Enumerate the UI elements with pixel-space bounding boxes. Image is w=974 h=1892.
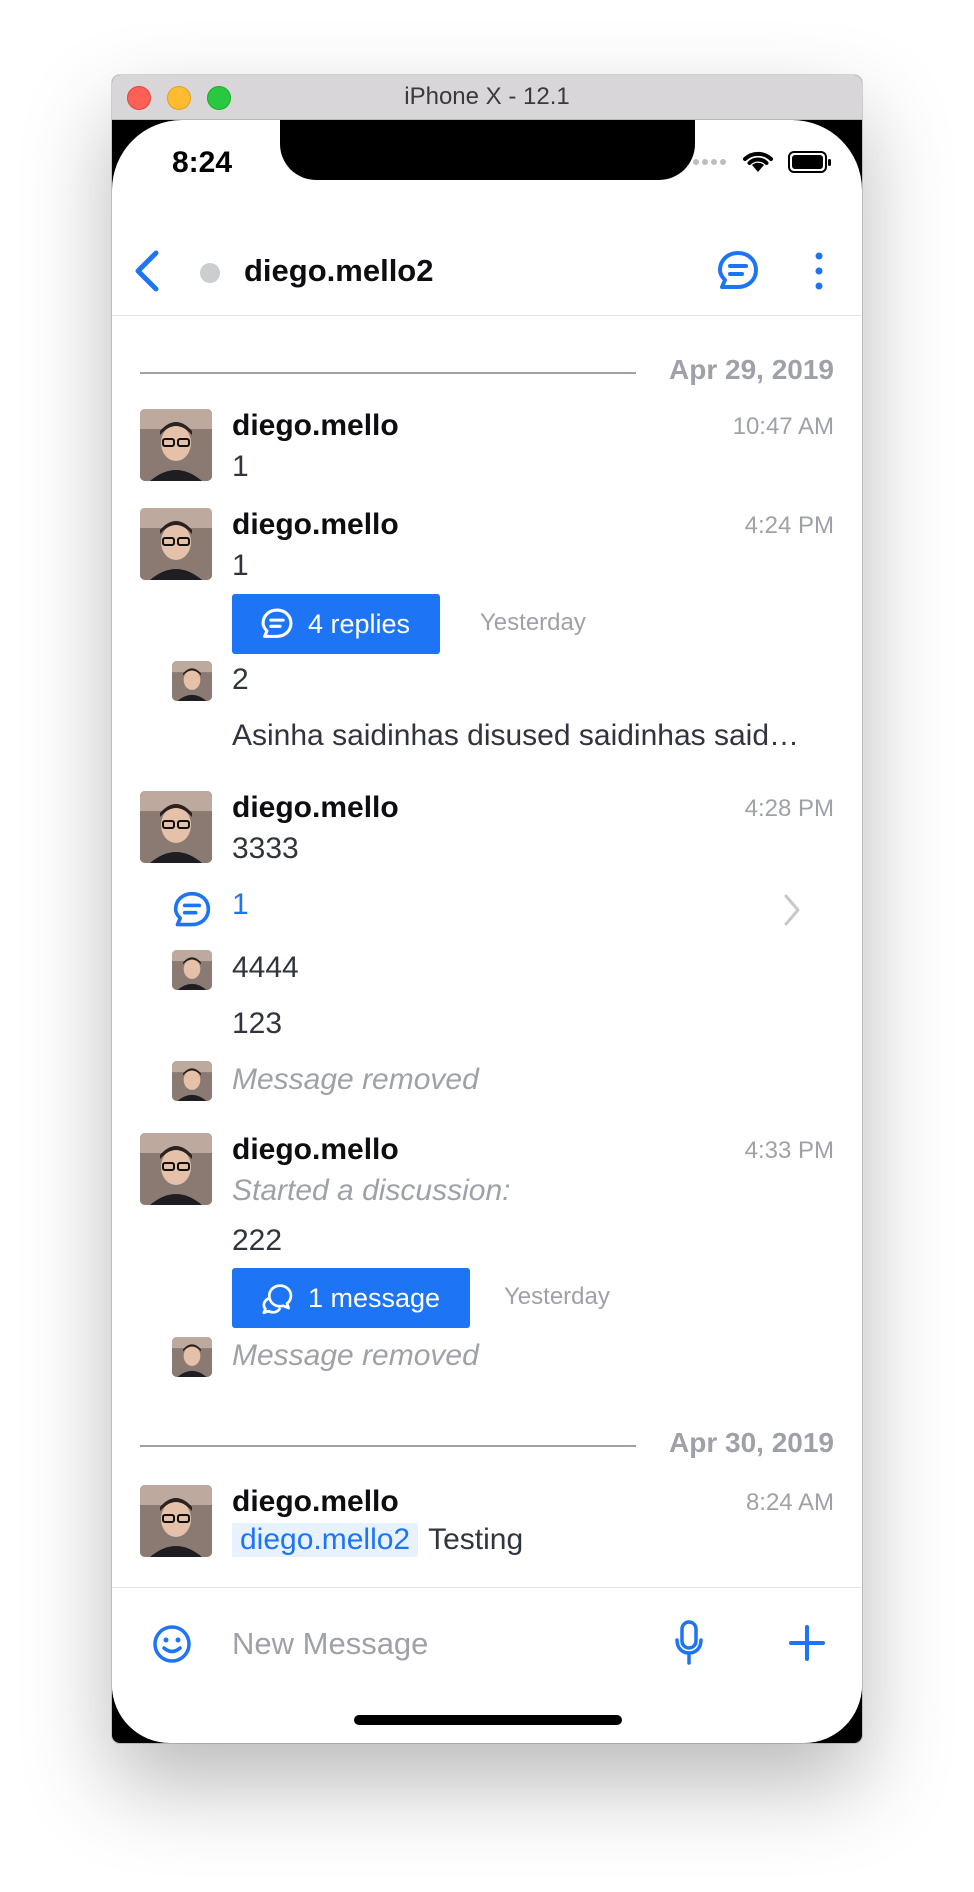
room-title[interactable]: diego.mello2 xyxy=(244,253,433,289)
message-username[interactable]: diego.mello xyxy=(232,409,399,443)
kebab-icon[interactable] xyxy=(806,247,832,295)
message-text: diego.mello2 Testing xyxy=(232,1523,523,1557)
discussion-last-message: Yesterday xyxy=(504,1283,610,1310)
simulator-window: iPhone X - 12.1 8:24 diego.mello2 Apr 29… xyxy=(112,75,862,1743)
message-input[interactable] xyxy=(232,1622,632,1666)
threads-icon[interactable] xyxy=(716,249,760,293)
avatar[interactable] xyxy=(140,1485,212,1557)
user-mention[interactable]: diego.mello2 xyxy=(232,1523,419,1557)
thread-preview-text: 1 xyxy=(232,888,249,921)
status-time: 8:24 xyxy=(172,146,233,179)
avatar[interactable] xyxy=(140,1133,212,1205)
avatar[interactable] xyxy=(140,409,212,481)
threads-icon xyxy=(173,891,211,927)
microphone-icon[interactable] xyxy=(674,1620,704,1666)
window-titlebar: iPhone X - 12.1 xyxy=(112,75,862,120)
message-username[interactable]: diego.mello xyxy=(232,508,399,542)
message-username[interactable]: diego.mello xyxy=(232,791,399,825)
avatar[interactable] xyxy=(172,950,212,990)
device-notch xyxy=(280,120,695,180)
date-label: Apr 29, 2019 xyxy=(669,354,834,385)
message-list: Apr 29, 2019 diego.mello 10:47 AM 1 dieg… xyxy=(112,317,862,1587)
date-separator: Apr 30, 2019 xyxy=(140,1425,834,1465)
avatar[interactable] xyxy=(172,1337,212,1377)
room-header: diego.mello2 xyxy=(112,225,862,316)
plus-icon[interactable] xyxy=(788,1624,826,1662)
message-composer xyxy=(112,1587,862,1697)
message-body: Testing xyxy=(428,1523,524,1556)
thread-last-reply: Yesterday xyxy=(480,609,586,636)
avatar[interactable] xyxy=(172,661,212,701)
message-text: 4444 xyxy=(232,951,299,984)
message-time: 4:24 PM xyxy=(744,512,834,539)
message-text: 123 xyxy=(232,1007,283,1040)
avatar[interactable] xyxy=(140,508,212,580)
status-icons xyxy=(692,150,832,174)
back-chevron-icon[interactable] xyxy=(128,247,168,295)
discussion-name: 222 xyxy=(232,1224,283,1257)
presence-status-dot xyxy=(200,263,220,283)
message-removed-text: Message removed xyxy=(232,1063,479,1096)
message-time: 8:24 AM xyxy=(745,1489,834,1516)
message-username[interactable]: diego.mello xyxy=(232,1133,399,1167)
phone-screen: 8:24 diego.mello2 Apr 29, 2019 diego.mel… xyxy=(112,120,862,1743)
discussion-messages-button[interactable]: 1 message xyxy=(232,1268,471,1328)
wifi-icon xyxy=(743,151,773,172)
threads-icon xyxy=(261,608,293,638)
message-time: 10:47 AM xyxy=(732,413,834,440)
battery-icon xyxy=(788,151,831,173)
message-text: Asinha saidinhas disused saidinhas said… xyxy=(232,719,800,752)
separator-line xyxy=(140,1445,636,1447)
replies-button-label: 4 replies xyxy=(308,608,411,639)
message-username[interactable]: diego.mello xyxy=(232,1485,399,1519)
message-time: 4:33 PM xyxy=(744,1137,834,1164)
emoji-icon[interactable] xyxy=(152,1624,192,1664)
minimize-window-button[interactable] xyxy=(167,86,191,110)
home-indicator xyxy=(354,1715,622,1725)
message-text: 1 xyxy=(232,549,249,582)
replies-button[interactable]: 4 replies xyxy=(232,594,441,654)
signal-icon xyxy=(693,159,726,165)
message-time: 4:28 PM xyxy=(744,795,834,822)
discussion-icon xyxy=(262,1284,293,1315)
date-label: Apr 30, 2019 xyxy=(669,1427,834,1458)
message-removed-text: Message removed xyxy=(232,1339,479,1372)
avatar[interactable] xyxy=(172,1061,212,1101)
zoom-window-button[interactable] xyxy=(207,86,231,110)
avatar[interactable] xyxy=(140,791,212,863)
chevron-right-icon xyxy=(784,894,800,926)
window-title: iPhone X - 12.1 xyxy=(404,83,570,110)
message-text: 2 xyxy=(232,663,249,696)
date-separator: Apr 29, 2019 xyxy=(140,352,834,392)
message-text: 3333 xyxy=(232,832,299,865)
close-window-button[interactable] xyxy=(127,86,151,110)
discussion-started-label: Started a discussion: xyxy=(232,1174,511,1207)
separator-line xyxy=(140,372,636,374)
message-text: 1 xyxy=(232,450,249,483)
thread-preview[interactable]: 1 xyxy=(112,882,862,942)
discussion-button-label: 1 message xyxy=(308,1282,441,1313)
